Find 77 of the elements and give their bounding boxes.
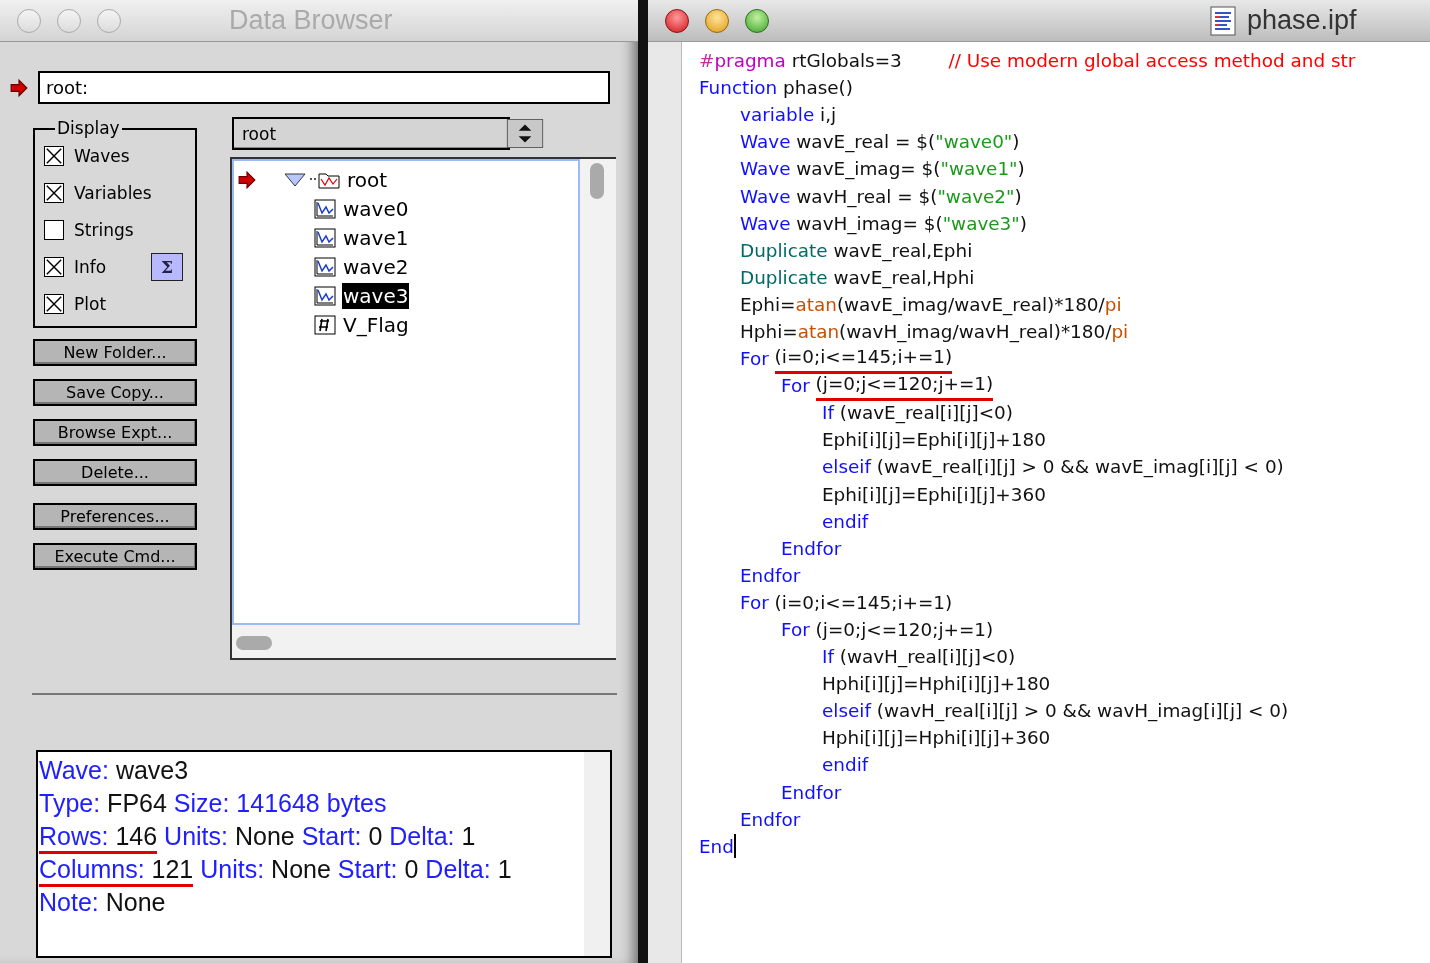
tree-item[interactable]: wave3 bbox=[342, 282, 410, 309]
checkbox[interactable] bbox=[44, 183, 64, 203]
code-line: If (wavH_real[i][j]<0) bbox=[821, 645, 1017, 670]
code-line: For (j=0;j<=120;j+=1) bbox=[699, 372, 1430, 400]
checkbox-label[interactable]: Waves bbox=[74, 146, 130, 166]
checkbox-label[interactable]: Strings bbox=[74, 220, 134, 240]
path-field[interactable]: root: bbox=[38, 71, 610, 104]
action-button[interactable]: Browse Expt... bbox=[33, 419, 197, 446]
window-title: Data Browser bbox=[229, 5, 393, 36]
minimize-button[interactable] bbox=[705, 8, 729, 33]
group-label: Display bbox=[55, 118, 122, 138]
code-line: For (i=0;i<=145;i+=1) bbox=[699, 345, 1430, 373]
code-line: For (j=0;j<=120;j+=1) bbox=[780, 618, 995, 642]
info-line: Columns: 121 Units: None Start: 0 Delta: 1 bbox=[39, 853, 610, 886]
info-line: Rows: 146 Units: None Start: 0 Delta: 1 bbox=[39, 820, 610, 853]
code-line: Endfor bbox=[780, 536, 843, 561]
info-line: Note: None bbox=[39, 887, 167, 918]
info-line: Type: FP64 Size: 141648 bytes bbox=[39, 788, 388, 819]
checkbox-label[interactable]: Info bbox=[74, 257, 107, 277]
close-button[interactable] bbox=[665, 8, 689, 33]
code-line: endif bbox=[821, 509, 870, 534]
code-line: Wave wavE_real = $("wave0") bbox=[739, 130, 1021, 155]
code-line: Ephi[i][j]=Ephi[i][j]+180 bbox=[821, 428, 1047, 453]
chart-icon bbox=[314, 227, 336, 248]
code-line: #pragma rtGlobals=3 // Use modern global access method and str bbox=[699, 49, 1357, 74]
scroll-thumb[interactable] bbox=[236, 636, 272, 650]
code-line: Ephi=atan(wavE_imag/wavE_real)*180/pi bbox=[739, 292, 1123, 318]
sum-button[interactable]: Σ bbox=[151, 253, 183, 281]
checkbox-label[interactable]: Plot bbox=[74, 294, 107, 314]
scroll-thumb[interactable] bbox=[590, 163, 604, 199]
code-line: Hphi[i][j]=Hphi[i][j]+180 bbox=[821, 672, 1052, 697]
code-line: Endfor bbox=[739, 807, 802, 832]
chart-icon bbox=[314, 198, 336, 219]
tree-item[interactable]: wave0 bbox=[342, 195, 410, 222]
action-button[interactable]: Execute Cmd... bbox=[33, 543, 197, 570]
code-line: elseif (wavE_real[i][j] > 0 && wavE_imag[i][j] < 0) bbox=[821, 455, 1285, 480]
arrow-icon bbox=[10, 78, 28, 97]
code-line: For (i=0;i<=145;i+=1) bbox=[739, 590, 954, 615]
code-line: elseif (wavH_real[i][j] > 0 && wavH_imag[i][j] < 0) bbox=[821, 699, 1290, 724]
document-icon bbox=[1207, 4, 1239, 37]
code-line: Duplicate wavE_real,Ephi bbox=[739, 238, 974, 264]
tree-item[interactable]: root bbox=[346, 166, 389, 193]
code-line: Ephi[i][j]=Ephi[i][j]+360 bbox=[821, 482, 1047, 507]
stepper-icon[interactable] bbox=[506, 119, 544, 148]
code-line: Wave wavE_imag= $("wave1") bbox=[739, 157, 1026, 182]
info-line: Wave: wave3 bbox=[39, 755, 190, 786]
code-line: Hphi=atan(wavH_imag/wavH_real)*180/pi bbox=[739, 320, 1130, 345]
action-button[interactable]: Preferences... bbox=[33, 503, 197, 530]
tree-item[interactable]: wave1 bbox=[342, 224, 410, 251]
code-line: End bbox=[699, 833, 737, 860]
checkbox[interactable] bbox=[44, 220, 64, 240]
tree-item[interactable]: wave2 bbox=[342, 253, 410, 280]
code-line: If (wavE_real[i][j]<0) bbox=[821, 401, 1014, 426]
code-line: Function phase() bbox=[699, 76, 854, 101]
code-line: Endfor bbox=[739, 563, 802, 588]
code-line: Duplicate wavE_real,Hphi bbox=[739, 265, 976, 291]
folder-popup[interactable]: root bbox=[232, 117, 510, 150]
chart-icon bbox=[314, 285, 336, 306]
chart-icon bbox=[314, 256, 336, 277]
code-line: Wave wavH_real = $("wave2") bbox=[739, 184, 1023, 210]
code-line: variable i,j bbox=[739, 103, 838, 128]
checkbox[interactable] bbox=[44, 146, 64, 166]
checkbox[interactable] bbox=[44, 294, 64, 314]
action-button[interactable]: New Folder... bbox=[33, 339, 197, 366]
number-icon bbox=[314, 314, 336, 335]
tree-item[interactable]: V_Flag bbox=[342, 311, 410, 338]
disclosure-triangle-icon[interactable] bbox=[284, 172, 306, 187]
code-line: Endfor bbox=[780, 780, 843, 805]
action-button[interactable]: Save Copy... bbox=[33, 379, 197, 406]
action-button[interactable]: Delete... bbox=[33, 459, 197, 486]
code-line: Hphi[i][j]=Hphi[i][j]+360 bbox=[821, 726, 1052, 751]
checkbox[interactable] bbox=[44, 257, 64, 277]
window-title: phase.ipf bbox=[1247, 5, 1357, 36]
code-line: Wave wavH_imag= $("wave3") bbox=[739, 211, 1028, 237]
zoom-button[interactable] bbox=[745, 8, 769, 33]
checkbox-label[interactable]: Variables bbox=[74, 183, 152, 203]
code-line: endif bbox=[821, 753, 870, 778]
